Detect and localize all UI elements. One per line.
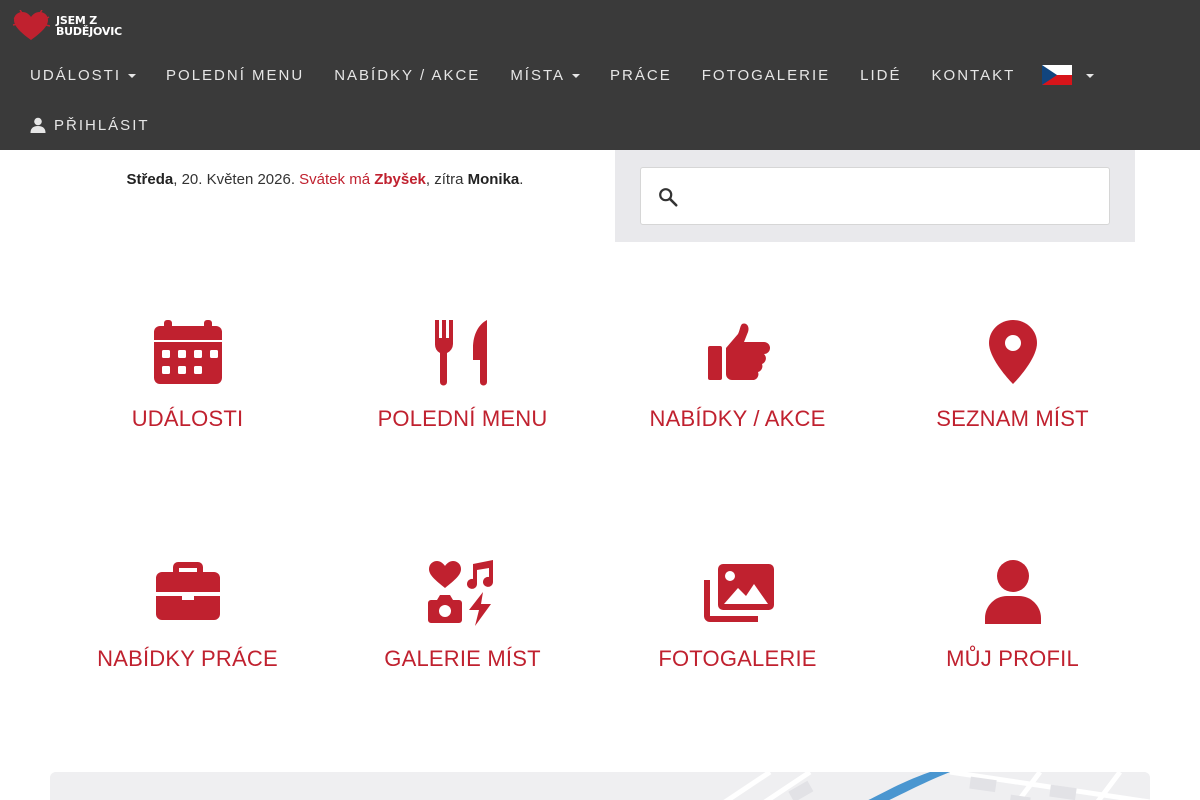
search-input[interactable] bbox=[693, 176, 1093, 216]
user-icon bbox=[984, 560, 1041, 624]
nav-fotogalerie[interactable]: FOTOGALERIE bbox=[687, 52, 845, 98]
tile-poledni-menu[interactable]: POLEDNÍ MENU bbox=[325, 320, 600, 460]
nav-lide[interactable]: LIDÉ bbox=[845, 52, 916, 98]
map-preview[interactable] bbox=[50, 772, 1150, 800]
nav-poledni-menu[interactable]: POLEDNÍ MENU bbox=[151, 52, 319, 98]
nameday-today: Zbyšek bbox=[374, 171, 426, 188]
nameday-prefix: Svátek má bbox=[299, 171, 375, 188]
nav-mista-label: MÍSTA bbox=[510, 66, 566, 84]
nav-prace-label: PRÁCE bbox=[610, 66, 672, 84]
photo-gallery-icon bbox=[703, 564, 774, 622]
date-text: , 20. Květen 2026. bbox=[173, 171, 300, 188]
top-navbar: JSEM Z BUDĚJOVIC UDÁLOSTI POLEDNÍ MENU N… bbox=[0, 0, 1200, 150]
main-menu: UDÁLOSTI POLEDNÍ MENU NABÍDKY / AKCE MÍS… bbox=[15, 52, 1109, 98]
nav-udalosti-label: UDÁLOSTI bbox=[30, 66, 122, 84]
heart-music-camera-bolt-icon bbox=[427, 560, 493, 626]
nav-udalosti[interactable]: UDÁLOSTI bbox=[15, 52, 151, 98]
language-switcher[interactable] bbox=[1030, 52, 1109, 98]
brand-text: JSEM Z BUDĚJOVIC bbox=[56, 15, 122, 37]
nav-poledni-menu-label: POLEDNÍ MENU bbox=[166, 66, 305, 84]
search-icon bbox=[659, 188, 678, 207]
search-panel bbox=[615, 150, 1135, 242]
tile-nabidky-akce[interactable]: NABÍDKY / AKCE bbox=[600, 320, 875, 460]
nav-nabidky-akce-label: NABÍDKY / AKCE bbox=[334, 66, 481, 84]
login-link[interactable]: PŘIHLÁSIT bbox=[15, 102, 165, 148]
tile-nabidky-prace[interactable]: NABÍDKY PRÁCE bbox=[50, 560, 325, 700]
search-box[interactable] bbox=[640, 167, 1110, 225]
tile-seznam-mist[interactable]: SEZNAM MÍST bbox=[875, 320, 1150, 460]
tile-nabidky-prace-label: NABÍDKY PRÁCE bbox=[97, 646, 278, 671]
user-icon bbox=[30, 117, 46, 133]
map-background bbox=[50, 772, 1150, 800]
tile-muj-profil-label: MŮJ PROFIL bbox=[946, 646, 1079, 671]
tile-fotogalerie[interactable]: FOTOGALERIE bbox=[600, 560, 875, 700]
nav-nabidky-akce[interactable]: NABÍDKY / AKCE bbox=[319, 52, 495, 98]
chevron-down-icon bbox=[572, 74, 581, 78]
map-pin-icon bbox=[988, 320, 1037, 384]
date-end: . bbox=[519, 171, 524, 188]
calendar-icon bbox=[153, 320, 222, 384]
heart-logo-icon bbox=[12, 10, 50, 40]
tile-poledni-menu-label: POLEDNÍ MENU bbox=[377, 406, 548, 431]
nav-kontakt[interactable]: KONTAKT bbox=[917, 52, 1031, 98]
tile-seznam-mist-label: SEZNAM MÍST bbox=[936, 406, 1089, 431]
chevron-down-icon bbox=[128, 74, 137, 78]
tile-udalosti[interactable]: UDÁLOSTI bbox=[50, 320, 325, 460]
nav-lide-label: LIDÉ bbox=[860, 66, 902, 84]
chevron-down-icon bbox=[1086, 74, 1095, 78]
login-row: PŘIHLÁSIT bbox=[15, 102, 165, 148]
czech-flag-icon bbox=[1042, 65, 1073, 85]
fork-knife-icon bbox=[434, 320, 487, 386]
tile-galerie-mist-label: GALERIE MÍST bbox=[384, 646, 541, 671]
nav-fotogalerie-label: FOTOGALERIE bbox=[701, 66, 831, 84]
brand-line2: BUDĚJOVIC bbox=[56, 25, 122, 38]
brand-logo[interactable]: JSEM Z BUDĚJOVIC bbox=[12, 10, 122, 42]
tile-fotogalerie-label: FOTOGALERIE bbox=[658, 646, 817, 671]
tile-muj-profil[interactable]: MŮJ PROFIL bbox=[875, 560, 1150, 700]
tile-galerie-mist[interactable]: GALERIE MÍST bbox=[325, 560, 600, 700]
nav-mista[interactable]: MÍSTA bbox=[495, 52, 595, 98]
date-nameday-line: Středa, 20. Květen 2026. Svátek má Zbyše… bbox=[0, 171, 650, 188]
login-label: PŘIHLÁSIT bbox=[54, 116, 150, 134]
weekday: Středa bbox=[126, 171, 174, 188]
nav-kontakt-label: KONTAKT bbox=[931, 66, 1016, 84]
tile-udalosti-label: UDÁLOSTI bbox=[131, 406, 244, 431]
tile-nabidky-akce-label: NABÍDKY / AKCE bbox=[649, 406, 826, 431]
nameday-link[interactable]: Svátek má Zbyšek bbox=[299, 171, 426, 188]
nav-prace[interactable]: PRÁCE bbox=[595, 52, 687, 98]
tomorrow-prefix: , zítra bbox=[425, 171, 468, 188]
nameday-tomorrow: Monika bbox=[467, 171, 520, 188]
thumbs-up-icon bbox=[707, 323, 770, 380]
briefcase-icon bbox=[155, 562, 220, 620]
